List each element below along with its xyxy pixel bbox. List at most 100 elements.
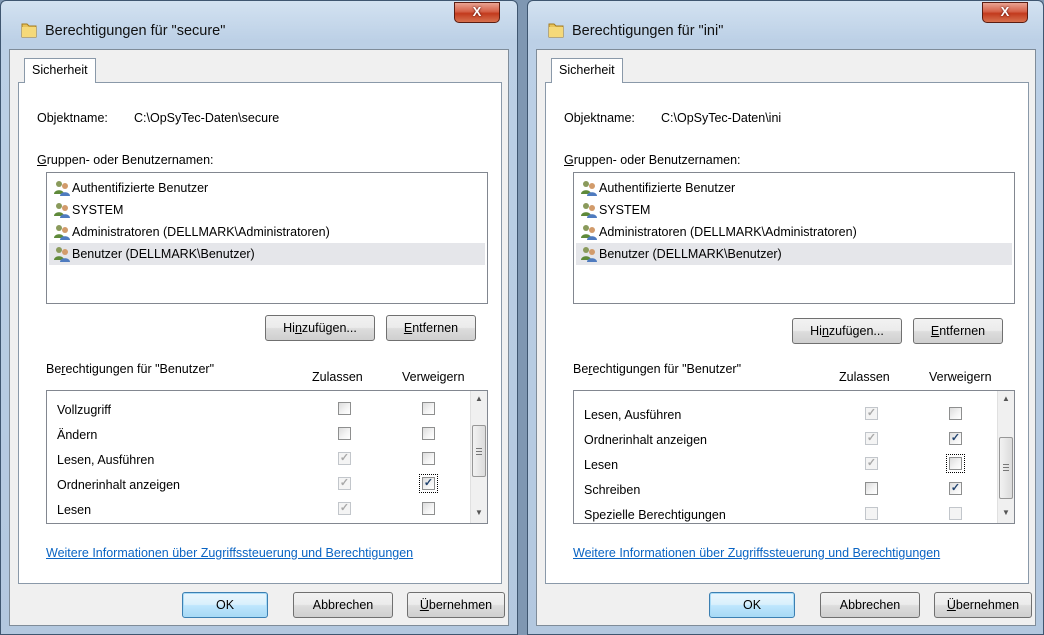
permissions-label: Berechtigungen für "Benutzer" [573, 362, 742, 376]
list-item[interactable]: SYSTEM [576, 199, 1012, 221]
list-item[interactable]: Authentifizierte Benutzer [576, 177, 1012, 199]
add-button[interactable]: Hinzufügen... [265, 315, 375, 341]
permissions-list[interactable]: Lesen, Ausführen ✓ Ordnerinhalt anzeigen… [573, 390, 1015, 524]
permission-row: Ändern [47, 423, 467, 448]
deny-checkbox[interactable]: ✓ [949, 482, 962, 495]
permission-row: Ordnerinhalt anzeigen ✓ ✓ [47, 473, 467, 498]
scroll-thumb[interactable] [999, 437, 1013, 499]
allow-checkbox[interactable]: ✓ [338, 502, 351, 515]
deny-column-header: Verweigern [402, 370, 465, 384]
access-control-help-link[interactable]: Weitere Informationen über Zugriffssteue… [46, 546, 413, 560]
object-name-value: C:\OpSyTec-Daten\ini [661, 111, 782, 125]
permission-label: Schreiben [584, 483, 641, 497]
cancel-button[interactable]: Abbrechen [820, 592, 920, 618]
permission-label: Ordnerinhalt anzeigen [57, 478, 180, 492]
deny-checkbox[interactable]: ✓ [949, 432, 962, 445]
user-label: Administratoren (DELLMARK\Administratore… [599, 225, 857, 239]
ok-button[interactable]: OK [709, 592, 795, 618]
user-group-icon [54, 203, 70, 218]
close-button[interactable]: X [454, 2, 500, 23]
user-group-icon [581, 225, 597, 240]
deny-column-header: Verweigern [929, 370, 992, 384]
permission-label: Ändern [57, 428, 98, 442]
deny-checkbox[interactable] [949, 507, 962, 520]
groups-label: Gruppen- oder Benutzernamen: [37, 153, 214, 167]
deny-checkbox[interactable] [422, 427, 435, 440]
deny-checkbox[interactable] [422, 402, 435, 415]
permission-label: Lesen [57, 503, 92, 517]
deny-checkbox[interactable] [422, 452, 435, 465]
allow-checkbox[interactable]: ✓ [865, 407, 878, 420]
scroll-up-arrow-icon[interactable]: ▲ [471, 391, 487, 407]
permissions-dialog-secure: Berechtigungen für "secure" X Sicherheit… [0, 0, 518, 635]
permission-label: Spezielle Berechtigungen [584, 508, 726, 522]
scroll-up-arrow-icon[interactable]: ▲ [998, 391, 1014, 407]
apply-button[interactable]: Übernehmen [934, 592, 1032, 618]
allow-checkbox[interactable] [338, 427, 351, 440]
allow-checkbox[interactable]: ✓ [865, 432, 878, 445]
object-name-row: Objektname: C:\OpSyTec-Daten\ini [564, 111, 781, 125]
list-item-selected[interactable]: Benutzer (DELLMARK\Benutzer) [576, 243, 1012, 265]
title-bar[interactable]: Berechtigungen für "secure" X [1, 1, 517, 49]
add-button[interactable]: Hinzufügen... [792, 318, 902, 344]
tab-security[interactable]: Sicherheit [24, 58, 96, 83]
remove-button[interactable]: Entfernen [913, 318, 1003, 344]
groups-label: Gruppen- oder Benutzernamen: [564, 153, 741, 167]
user-label: SYSTEM [72, 203, 124, 217]
close-button[interactable]: X [982, 2, 1028, 23]
permission-row: Lesen, Ausführen ✓ [574, 403, 994, 428]
object-name-value: C:\OpSyTec-Daten\secure [134, 111, 280, 125]
dialog-client: Sicherheit Objektname: C:\OpSyTec-Daten\… [536, 49, 1036, 626]
deny-checkbox[interactable] [949, 407, 962, 420]
object-name-row: Objektname: C:\OpSyTec-Daten\secure [37, 111, 279, 125]
list-item[interactable]: Administratoren (DELLMARK\Administratore… [576, 221, 1012, 243]
scroll-down-arrow-icon[interactable]: ▼ [471, 505, 487, 521]
object-name-label: Objektname: [564, 111, 635, 125]
permissions-dialog-ini: Berechtigungen für "ini" X Sicherheit Ob… [527, 0, 1044, 635]
vertical-scrollbar[interactable]: ▲ ▼ [470, 391, 487, 523]
allow-checkbox[interactable] [865, 482, 878, 495]
window-title: Berechtigungen für "secure" [45, 23, 226, 39]
allow-checkbox[interactable] [865, 507, 878, 520]
allow-checkbox[interactable]: ✓ [865, 457, 878, 470]
user-list[interactable]: Authentifizierte Benutzer SYSTEM Adminis… [573, 172, 1015, 304]
allow-checkbox[interactable]: ✓ [338, 477, 351, 490]
cancel-button[interactable]: Abbrechen [293, 592, 393, 618]
folder-icon [548, 23, 564, 38]
list-item-selected[interactable]: Benutzer (DELLMARK\Benutzer) [49, 243, 485, 265]
user-label: Authentifizierte Benutzer [72, 181, 209, 195]
title-bar[interactable]: Berechtigungen für "ini" X [528, 1, 1043, 49]
remove-button[interactable]: Entfernen [386, 315, 476, 341]
allow-column-header: Zulassen [839, 370, 890, 384]
user-label: Benutzer (DELLMARK\Benutzer) [72, 247, 255, 261]
scroll-thumb[interactable] [472, 425, 486, 477]
user-group-icon [581, 247, 597, 262]
deny-checkbox[interactable] [422, 502, 435, 515]
ok-button[interactable]: OK [182, 592, 268, 618]
user-group-icon [581, 203, 597, 218]
list-item[interactable]: SYSTEM [49, 199, 485, 221]
permission-label: Lesen [584, 458, 619, 472]
permission-row: Spezielle Berechtigungen [574, 503, 994, 523]
allow-checkbox[interactable]: ✓ [338, 452, 351, 465]
scroll-down-arrow-icon[interactable]: ▼ [998, 505, 1014, 521]
window-title: Berechtigungen für "ini" [572, 23, 724, 39]
permission-row: Lesen ✓ [47, 498, 467, 523]
permissions-list[interactable]: Vollzugriff Ändern Lesen, Ausführen ✓ Or… [46, 390, 488, 524]
tab-security[interactable]: Sicherheit [551, 58, 623, 83]
vertical-scrollbar[interactable]: ▲ ▼ [997, 391, 1014, 523]
user-list[interactable]: Authentifizierte Benutzer SYSTEM Adminis… [46, 172, 488, 304]
permission-label: Lesen, Ausführen [57, 453, 155, 467]
list-item[interactable]: Administratoren (DELLMARK\Administratore… [49, 221, 485, 243]
dialog-client: Sicherheit Objektname: C:\OpSyTec-Daten\… [9, 49, 509, 626]
list-item[interactable]: Authentifizierte Benutzer [49, 177, 485, 199]
apply-button[interactable]: Übernehmen [407, 592, 505, 618]
user-group-icon [54, 181, 70, 196]
permission-label: Lesen, Ausführen [584, 408, 682, 422]
access-control-help-link[interactable]: Weitere Informationen über Zugriffssteue… [573, 546, 940, 560]
deny-checkbox[interactable]: ✓ [419, 474, 438, 493]
allow-checkbox[interactable] [338, 402, 351, 415]
deny-checkbox[interactable] [946, 454, 965, 473]
permission-label: Ordnerinhalt anzeigen [584, 433, 707, 447]
permission-row: Vollzugriff [47, 398, 467, 423]
